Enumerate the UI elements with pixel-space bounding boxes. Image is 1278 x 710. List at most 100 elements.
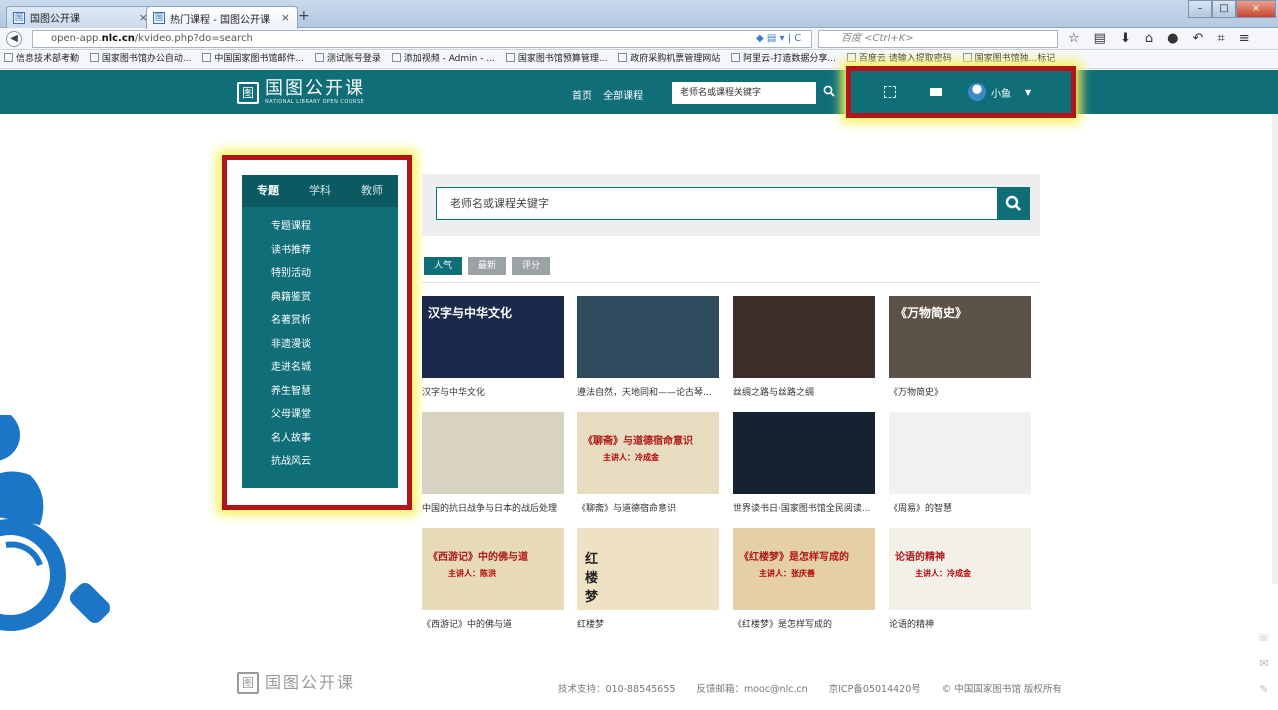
course-thumbnail[interactable] [733, 296, 875, 378]
course-title[interactable]: 论语的精神 [889, 617, 1031, 630]
course-card[interactable]: 汉字与中华文化 汉字与中华文化 [422, 296, 564, 398]
tab-teachers[interactable]: 教师 [346, 175, 398, 207]
course-title[interactable]: 《西游记》中的佛与道 [422, 617, 564, 630]
category-item[interactable]: 非遗漫谈 [242, 333, 398, 357]
address-bar[interactable]: open-app.nlc.cn/kvideo.php?do=search [32, 30, 812, 48]
course-card[interactable]: 《周易》的智慧 [889, 412, 1031, 514]
nav-all-courses[interactable]: 全部课程 [603, 91, 643, 102]
phone-icon[interactable]: ☏ [1253, 625, 1275, 651]
course-thumbnail[interactable] [733, 412, 875, 494]
footer-icp[interactable]: 京ICP备05014420号 [829, 684, 921, 695]
home-icon[interactable]: ⌂ [1145, 31, 1153, 46]
footer-feedback[interactable]: 反馈邮箱：mooc@nlc.cn [696, 684, 807, 695]
avatar[interactable] [968, 83, 986, 101]
category-item[interactable]: 专题课程 [242, 215, 398, 239]
sort-newest[interactable]: 最新 [468, 257, 507, 275]
crop-icon[interactable]: ⌗ [1217, 31, 1224, 46]
edit-icon[interactable]: ✎ [1253, 677, 1275, 703]
course-card[interactable]: 《红楼梦》是怎样写成的 主讲人：张庆善《红楼梦》是怎样写成的 [733, 528, 875, 630]
course-thumbnail[interactable]: 红楼梦 [577, 528, 719, 610]
category-item[interactable]: 特别活动 [242, 262, 398, 286]
bookmark-item[interactable]: 国家图书馆办公自动... [89, 51, 191, 68]
course-card[interactable]: 《西游记》中的佛与道 主讲人：陈洪《西游记》中的佛与道 [422, 528, 564, 630]
reading-list-icon[interactable]: ▤ [1094, 31, 1106, 46]
course-thumbnail[interactable]: 论语的精神 主讲人：冷成金 [889, 528, 1031, 610]
nav-home[interactable]: 首页 [572, 91, 592, 102]
course-thumbnail[interactable]: 《红楼梦》是怎样写成的 主讲人：张庆善 [733, 528, 875, 610]
maximize-icon[interactable]: □ [1212, 0, 1236, 18]
course-thumbnail[interactable] [889, 412, 1031, 494]
category-item[interactable]: 读书推荐 [242, 239, 398, 263]
course-title[interactable]: 《万物简史》 [889, 385, 1031, 398]
user-name[interactable]: 小鱼 [991, 85, 1011, 100]
course-card[interactable]: 中国的抗日战争与日本的战后处理 [422, 412, 564, 514]
course-card[interactable]: 世界读书日·国家图书馆全民阅读... [733, 412, 875, 514]
header-search-input[interactable]: 老师名或课程关键字 [672, 82, 816, 104]
course-title[interactable]: 遵法自然，天地同和——论古琴... [577, 385, 719, 398]
tab-label: 热门课程 - 国图公开课 [170, 14, 270, 26]
category-item[interactable]: 名著赏析 [242, 309, 398, 333]
bookmark-item[interactable]: 政府采购机票管理网站 [618, 51, 720, 68]
category-item[interactable]: 典籍鉴赏 [242, 286, 398, 310]
course-thumbnail[interactable]: 《聊斋》与道德宿命意识 主讲人：冷成金 [577, 412, 719, 494]
category-item[interactable]: 养生智慧 [242, 380, 398, 404]
mail-icon[interactable]: ✉ [1253, 651, 1275, 677]
course-title[interactable]: 中国的抗日战争与日本的战后处理 [422, 501, 564, 514]
chat-icon[interactable]: ● [1167, 31, 1178, 46]
bookmark-item[interactable]: 测试账号登录 [314, 51, 381, 68]
qrcode-icon[interactable] [884, 86, 896, 98]
course-title[interactable]: 红楼梦 [577, 617, 719, 630]
bookmark-item[interactable]: 中国国家图书馆邮件... [202, 51, 304, 68]
course-title[interactable]: 《红楼梦》是怎样写成的 [733, 617, 875, 630]
course-title[interactable]: 世界读书日·国家图书馆全民阅读... [733, 501, 875, 514]
browser-tab-1[interactable]: 国 国图公开课 × [6, 6, 156, 28]
back-icon[interactable]: ◀ [6, 31, 22, 47]
course-card[interactable]: 丝绸之路与丝路之绸 [733, 296, 875, 398]
browser-search-field[interactable]: 百度 <Ctrl+K> [818, 30, 1058, 48]
category-item[interactable]: 走进名城 [242, 356, 398, 380]
main-search-button[interactable] [997, 187, 1030, 220]
bookmark-item[interactable]: 阿里云-打造数据分享... [731, 51, 836, 68]
course-card[interactable]: 论语的精神 主讲人：冷成金论语的精神 [889, 528, 1031, 630]
course-title[interactable]: 汉字与中华文化 [422, 385, 564, 398]
browser-tab-2[interactable]: 国 热门课程 - 国图公开课 × [146, 6, 298, 29]
category-item[interactable]: 父母课堂 [242, 403, 398, 427]
course-card[interactable]: 《万物简史》 《万物简史》 [889, 296, 1031, 398]
browser-tabbar: 国 国图公开课 × 国 热门课程 - 国图公开课 × + – □ × [0, 0, 1278, 29]
tab-topics[interactable]: 专题 [242, 175, 294, 207]
undo-icon[interactable]: ↶ [1192, 31, 1203, 46]
bookmark-label: 阿里云-打造数据分享... [743, 54, 837, 64]
sort-rating[interactable]: 评分 [512, 257, 551, 275]
category-item[interactable]: 名人故事 [242, 427, 398, 451]
close-tab-icon[interactable]: × [281, 11, 290, 24]
header-search-button[interactable] [816, 82, 842, 104]
bookmark-item[interactable]: 信息技术部考勤 [4, 51, 79, 68]
course-card[interactable]: 红楼梦 红楼梦 [577, 528, 719, 630]
bookmark-item[interactable]: 添加视频 - Admin - ... [391, 51, 495, 68]
menu-icon[interactable]: ≡ [1239, 31, 1250, 46]
course-card[interactable]: 遵法自然，天地同和——论古琴... [577, 296, 719, 398]
bookmark-item[interactable]: 国家图书馆预算管理... [505, 51, 607, 68]
course-thumbnail[interactable]: 《西游记》中的佛与道 主讲人：陈洪 [422, 528, 564, 610]
sort-popular[interactable]: 人气 [424, 257, 463, 275]
caret-down-icon[interactable]: ▼ [1025, 88, 1031, 97]
course-thumbnail[interactable]: 《万物简史》 [889, 296, 1031, 378]
course-card[interactable]: 《聊斋》与道德宿命意识 主讲人：冷成金《聊斋》与道德宿命意识 [577, 412, 719, 514]
new-tab-icon[interactable]: + [298, 8, 310, 24]
category-item[interactable]: 抗战风云 [242, 450, 398, 474]
tab-subjects[interactable]: 学科 [294, 175, 346, 207]
scrollbar[interactable] [1272, 114, 1278, 584]
course-title[interactable]: 《周易》的智慧 [889, 501, 1031, 514]
course-thumbnail[interactable] [577, 296, 719, 378]
course-thumbnail[interactable] [422, 412, 564, 494]
main-search-input[interactable]: 老师名或课程关键字 [436, 187, 998, 220]
close-window-icon[interactable]: × [1236, 0, 1276, 18]
course-title[interactable]: 丝绸之路与丝路之绸 [733, 385, 875, 398]
site-logo[interactable]: 图 国图公开课 NATIONAL LIBRARY OPEN COURSE [237, 80, 365, 105]
message-icon[interactable] [930, 88, 942, 96]
download-icon[interactable]: ⬇ [1120, 31, 1131, 46]
minimize-icon[interactable]: – [1188, 0, 1212, 18]
course-thumbnail[interactable]: 汉字与中华文化 [422, 296, 564, 378]
star-icon[interactable]: ☆ [1068, 31, 1080, 46]
course-title[interactable]: 《聊斋》与道德宿命意识 [577, 501, 719, 514]
